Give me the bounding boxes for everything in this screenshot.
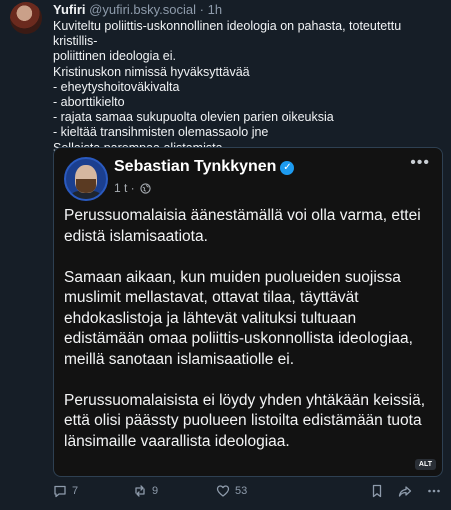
post-text-line: Kristinuskon nimissä hyväksyttävää (53, 64, 250, 79)
alt-badge[interactable]: ALT (414, 459, 436, 470)
header-separator: · (199, 2, 204, 17)
share-icon (398, 486, 412, 497)
author-name[interactable]: Yufiri (53, 2, 86, 17)
heart-icon (216, 485, 230, 497)
post-text-line: poliittinen ideologia ei. (53, 49, 177, 64)
like-button[interactable]: 53 (216, 484, 247, 498)
post: Yufiri @yufiri.bsky.social · 1h Kuvitelt… (0, 0, 451, 510)
embed-more-icon: ••• (410, 154, 430, 171)
globe-icon (140, 183, 151, 194)
repost-icon (135, 485, 145, 497)
embed-author-name: Sebastian Tynkkynen ✓ (114, 158, 295, 176)
post-text-line: - kieltää transihmisten olemassaolo jne (53, 125, 269, 140)
post-text: Kuviteltu poliittis-uskonnollinen ideolo… (53, 19, 448, 156)
author-avatar[interactable] (10, 2, 42, 34)
embed-paragraph: Perussuomalaisia äänestämällä voi olla v… (64, 207, 421, 245)
repost-button[interactable]: 9 (133, 484, 158, 498)
embed-author-avatar (64, 157, 108, 201)
repost-count: 9 (152, 485, 159, 497)
post-header: Yufiri @yufiri.bsky.social · 1h (53, 2, 222, 18)
more-dots-icon (428, 489, 440, 493)
embed-paragraph: Perussuomalaisista ei löydy yhden yhtäkä… (64, 391, 425, 450)
reply-count: 7 (72, 485, 79, 497)
like-count: 53 (235, 485, 248, 497)
embed-text: Perussuomalaisia äänestämällä voi olla v… (64, 206, 434, 473)
reply-button[interactable]: 7 (53, 484, 78, 498)
post-time[interactable]: 1h (208, 2, 222, 17)
share-button[interactable] (398, 484, 412, 498)
embed-author-name-text: Sebastian Tynkkynen (114, 158, 277, 175)
avatar-beard (76, 179, 96, 193)
post-text-line: - eheytyshoitoväkivalta (53, 79, 180, 94)
post-text-line: - rajata samaa sukupuolta olevien parien… (53, 110, 334, 125)
embed-meta: 1 t · (114, 181, 151, 195)
bookmark-button[interactable] (371, 484, 383, 498)
reply-icon (54, 485, 66, 498)
embed-time: 1 t · (114, 181, 135, 195)
more-options-button[interactable] (427, 484, 441, 498)
verified-check-icon: ✓ (280, 161, 295, 175)
author-handle[interactable]: @yufiri.bsky.social (89, 2, 196, 17)
bookmark-icon (372, 484, 382, 498)
post-actions: 7 9 53 (53, 484, 443, 500)
post-text-line: Kuviteltu poliittis-uskonnollinen ideolo… (53, 19, 405, 49)
post-text-line: - aborttikielto (53, 95, 125, 110)
embed-paragraph: Samaan aikaan, kun muiden puolueiden suo… (64, 268, 413, 368)
embedded-image-card[interactable]: Sebastian Tynkkynen ✓ 1 t · ••• Perussuom… (53, 147, 443, 477)
